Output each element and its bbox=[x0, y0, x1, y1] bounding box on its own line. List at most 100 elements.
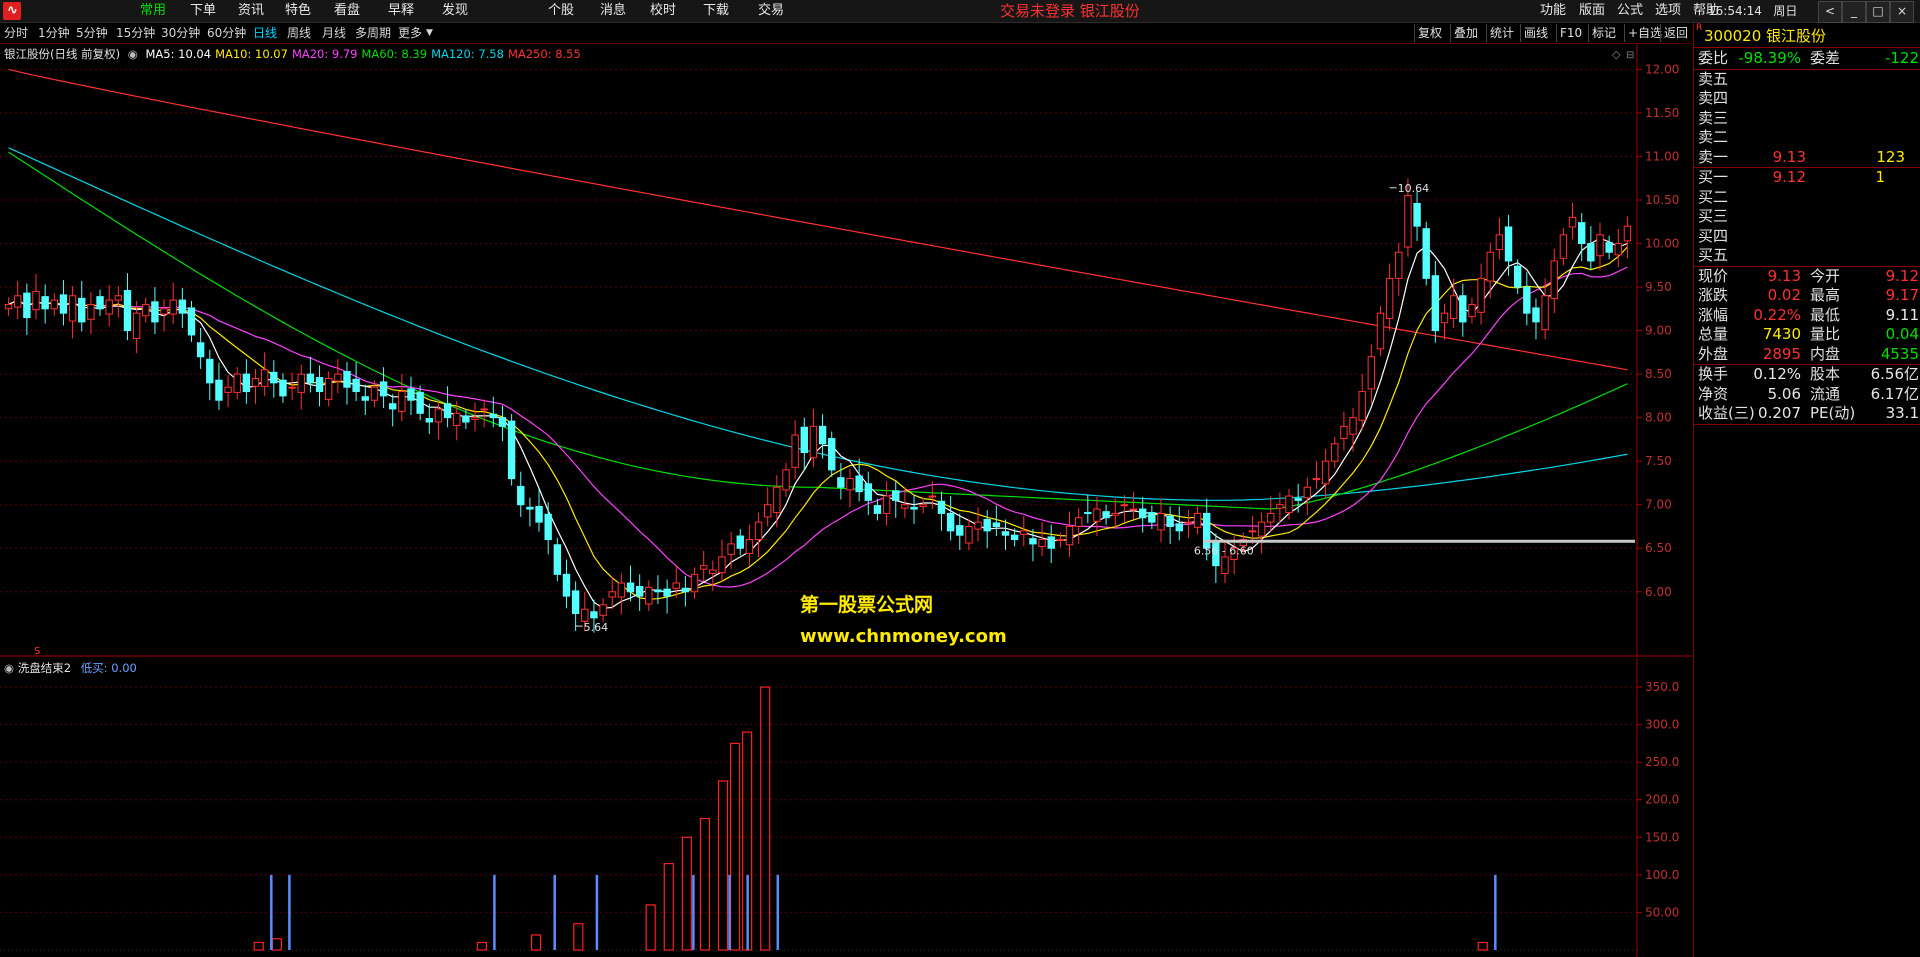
candle-body bbox=[1459, 295, 1467, 323]
buy-row-1: 买二 bbox=[1694, 188, 1920, 207]
period-tab-5[interactable]: 60分钟 bbox=[207, 23, 246, 43]
low-price-label: 5.64 bbox=[584, 621, 609, 634]
chart-tool-2[interactable]: 统计 bbox=[1486, 24, 1517, 42]
ma10-line bbox=[8, 246, 1628, 600]
indicator-red-bar bbox=[476, 941, 487, 951]
period-tab-8[interactable]: 月线 bbox=[322, 23, 346, 43]
chart-tool-0[interactable]: 复权 bbox=[1414, 24, 1445, 42]
indicator-red-bar bbox=[717, 780, 729, 951]
candle-body bbox=[142, 303, 150, 317]
buy-level-label: 买五 bbox=[1698, 246, 1729, 264]
period-tab-9[interactable]: 多周期 bbox=[355, 23, 391, 43]
right-menu-item-1[interactable]: 版面 bbox=[1579, 0, 1605, 22]
candle-body bbox=[699, 565, 708, 570]
indicator-red-bar bbox=[531, 934, 542, 951]
right-menu-item-0[interactable]: 功能 bbox=[1540, 0, 1566, 22]
candle-body bbox=[590, 611, 598, 619]
candle-body bbox=[1331, 443, 1339, 462]
candle-body bbox=[1340, 425, 1348, 440]
candle-body bbox=[279, 379, 287, 397]
period-tab-6[interactable]: 日线 bbox=[253, 23, 277, 43]
candle-body bbox=[1038, 539, 1046, 547]
indicator-red-bar bbox=[681, 836, 692, 951]
menu-item-2[interactable]: 资讯 bbox=[238, 0, 264, 22]
candle-body bbox=[352, 378, 360, 393]
candle-body bbox=[32, 290, 40, 311]
close-button[interactable]: × bbox=[1890, 1, 1914, 23]
candle-body bbox=[206, 358, 214, 384]
chart-tool-7[interactable]: 返回 bbox=[1660, 24, 1691, 42]
candle-body bbox=[928, 495, 937, 498]
buy-row-3: 买四 bbox=[1694, 227, 1920, 246]
candle-body bbox=[361, 396, 369, 401]
stat1-row-4: 外盘 2895 内盘 4535 bbox=[1694, 345, 1920, 364]
chart-tool-3[interactable]: 画线 bbox=[1520, 24, 1551, 42]
menu-item-3[interactable]: 特色 bbox=[285, 0, 311, 22]
right-menu-item-3[interactable]: 选项 bbox=[1655, 0, 1681, 22]
y-tick-label: 11.00 bbox=[1645, 149, 1679, 163]
sell-volume: 123 bbox=[1876, 147, 1905, 166]
y-tick-label: 250.0 bbox=[1645, 755, 1679, 769]
y-tick-label: 9.50 bbox=[1645, 280, 1672, 294]
stock-code-name[interactable]: 300020 银江股份 bbox=[1704, 25, 1826, 46]
right-menu-item-2[interactable]: 公式 bbox=[1617, 0, 1643, 22]
minimize-button[interactable]: _ bbox=[1842, 1, 1866, 23]
candle-body bbox=[178, 299, 187, 314]
legend-toggle-icon[interactable]: ◉ bbox=[128, 47, 138, 61]
candle-body bbox=[1221, 556, 1229, 574]
menu-item-1[interactable]: 下单 bbox=[190, 0, 216, 22]
back-button[interactable]: < bbox=[1818, 1, 1842, 23]
period-tab-3[interactable]: 15分钟 bbox=[116, 23, 155, 43]
indicator-chart[interactable]: 350.0 300.0 250.0 200.0 150.0 100.0 50.00 bbox=[0, 658, 1692, 957]
candle-body bbox=[1203, 512, 1211, 549]
more-dropdown-icon[interactable]: ▼ bbox=[426, 23, 433, 43]
menu-item-0[interactable]: 常用 bbox=[140, 0, 166, 22]
menu-item-10[interactable]: 下载 bbox=[703, 0, 729, 22]
menu-item-8[interactable]: 消息 bbox=[600, 0, 626, 22]
candle-body bbox=[837, 477, 845, 488]
period-tab-10[interactable]: 更多 bbox=[398, 23, 422, 43]
candle-body bbox=[123, 290, 132, 332]
period-tab-1[interactable]: 1分钟 bbox=[38, 23, 70, 43]
indicator-toggle-icon[interactable]: ◉ bbox=[4, 661, 14, 675]
candle-body bbox=[635, 586, 644, 597]
candle-body bbox=[645, 586, 653, 605]
candle-body bbox=[1257, 521, 1266, 537]
indicator-red-bar bbox=[729, 742, 741, 951]
candle-body bbox=[517, 485, 525, 506]
r-marker-icon: R bbox=[1696, 23, 1703, 33]
stat-label: PE(动) bbox=[1810, 404, 1856, 422]
menu-item-7[interactable]: 个股 bbox=[548, 0, 574, 22]
candle-body bbox=[196, 342, 205, 358]
candle-body bbox=[608, 591, 616, 598]
candle-body bbox=[1523, 286, 1531, 314]
sell-level-label: 卖二 bbox=[1698, 128, 1729, 146]
candle-body bbox=[1321, 460, 1330, 485]
chart-tool-1[interactable]: 叠加 bbox=[1450, 24, 1481, 42]
candle-body bbox=[324, 377, 333, 400]
maximize-button[interactable]: □ bbox=[1866, 1, 1890, 23]
candlestick-chart[interactable]: 12.00 11.50 11.00 10.50 10.00 9.50 9.00 8.50 8.0… bbox=[0, 44, 1692, 657]
candle-body bbox=[709, 569, 717, 574]
ma-legend-4: MA120: 7.58 bbox=[431, 47, 504, 61]
menu-item-9[interactable]: 校时 bbox=[650, 0, 676, 22]
chart-tool-4[interactable]: F10 bbox=[1556, 24, 1585, 42]
period-tab-7[interactable]: 周线 bbox=[287, 23, 311, 43]
period-tab-4[interactable]: 30分钟 bbox=[161, 23, 200, 43]
buy-level-label: 买三 bbox=[1698, 207, 1729, 225]
buy-level-label: 买二 bbox=[1698, 187, 1729, 206]
chart-tool-6[interactable]: +自选 bbox=[1624, 24, 1665, 42]
candle-body bbox=[791, 434, 799, 468]
indicator-value: 低买: 0.00 bbox=[80, 661, 137, 675]
chart-tool-5[interactable]: 标记 bbox=[1588, 24, 1619, 42]
menu-item-4[interactable]: 看盘 bbox=[334, 0, 360, 22]
candle-body bbox=[654, 589, 662, 593]
menu-item-6[interactable]: 发现 bbox=[442, 0, 468, 22]
period-tab-2[interactable]: 5分钟 bbox=[76, 23, 108, 43]
period-tab-0[interactable]: 分时 bbox=[4, 23, 28, 43]
ma-legend-2: MA20: 9.79 bbox=[291, 47, 358, 61]
candle-body bbox=[1029, 538, 1037, 545]
menu-item-11[interactable]: 交易 bbox=[758, 0, 784, 22]
menu-item-5[interactable]: 早释 bbox=[388, 0, 414, 22]
stat-value: 4535 bbox=[1880, 344, 1919, 363]
